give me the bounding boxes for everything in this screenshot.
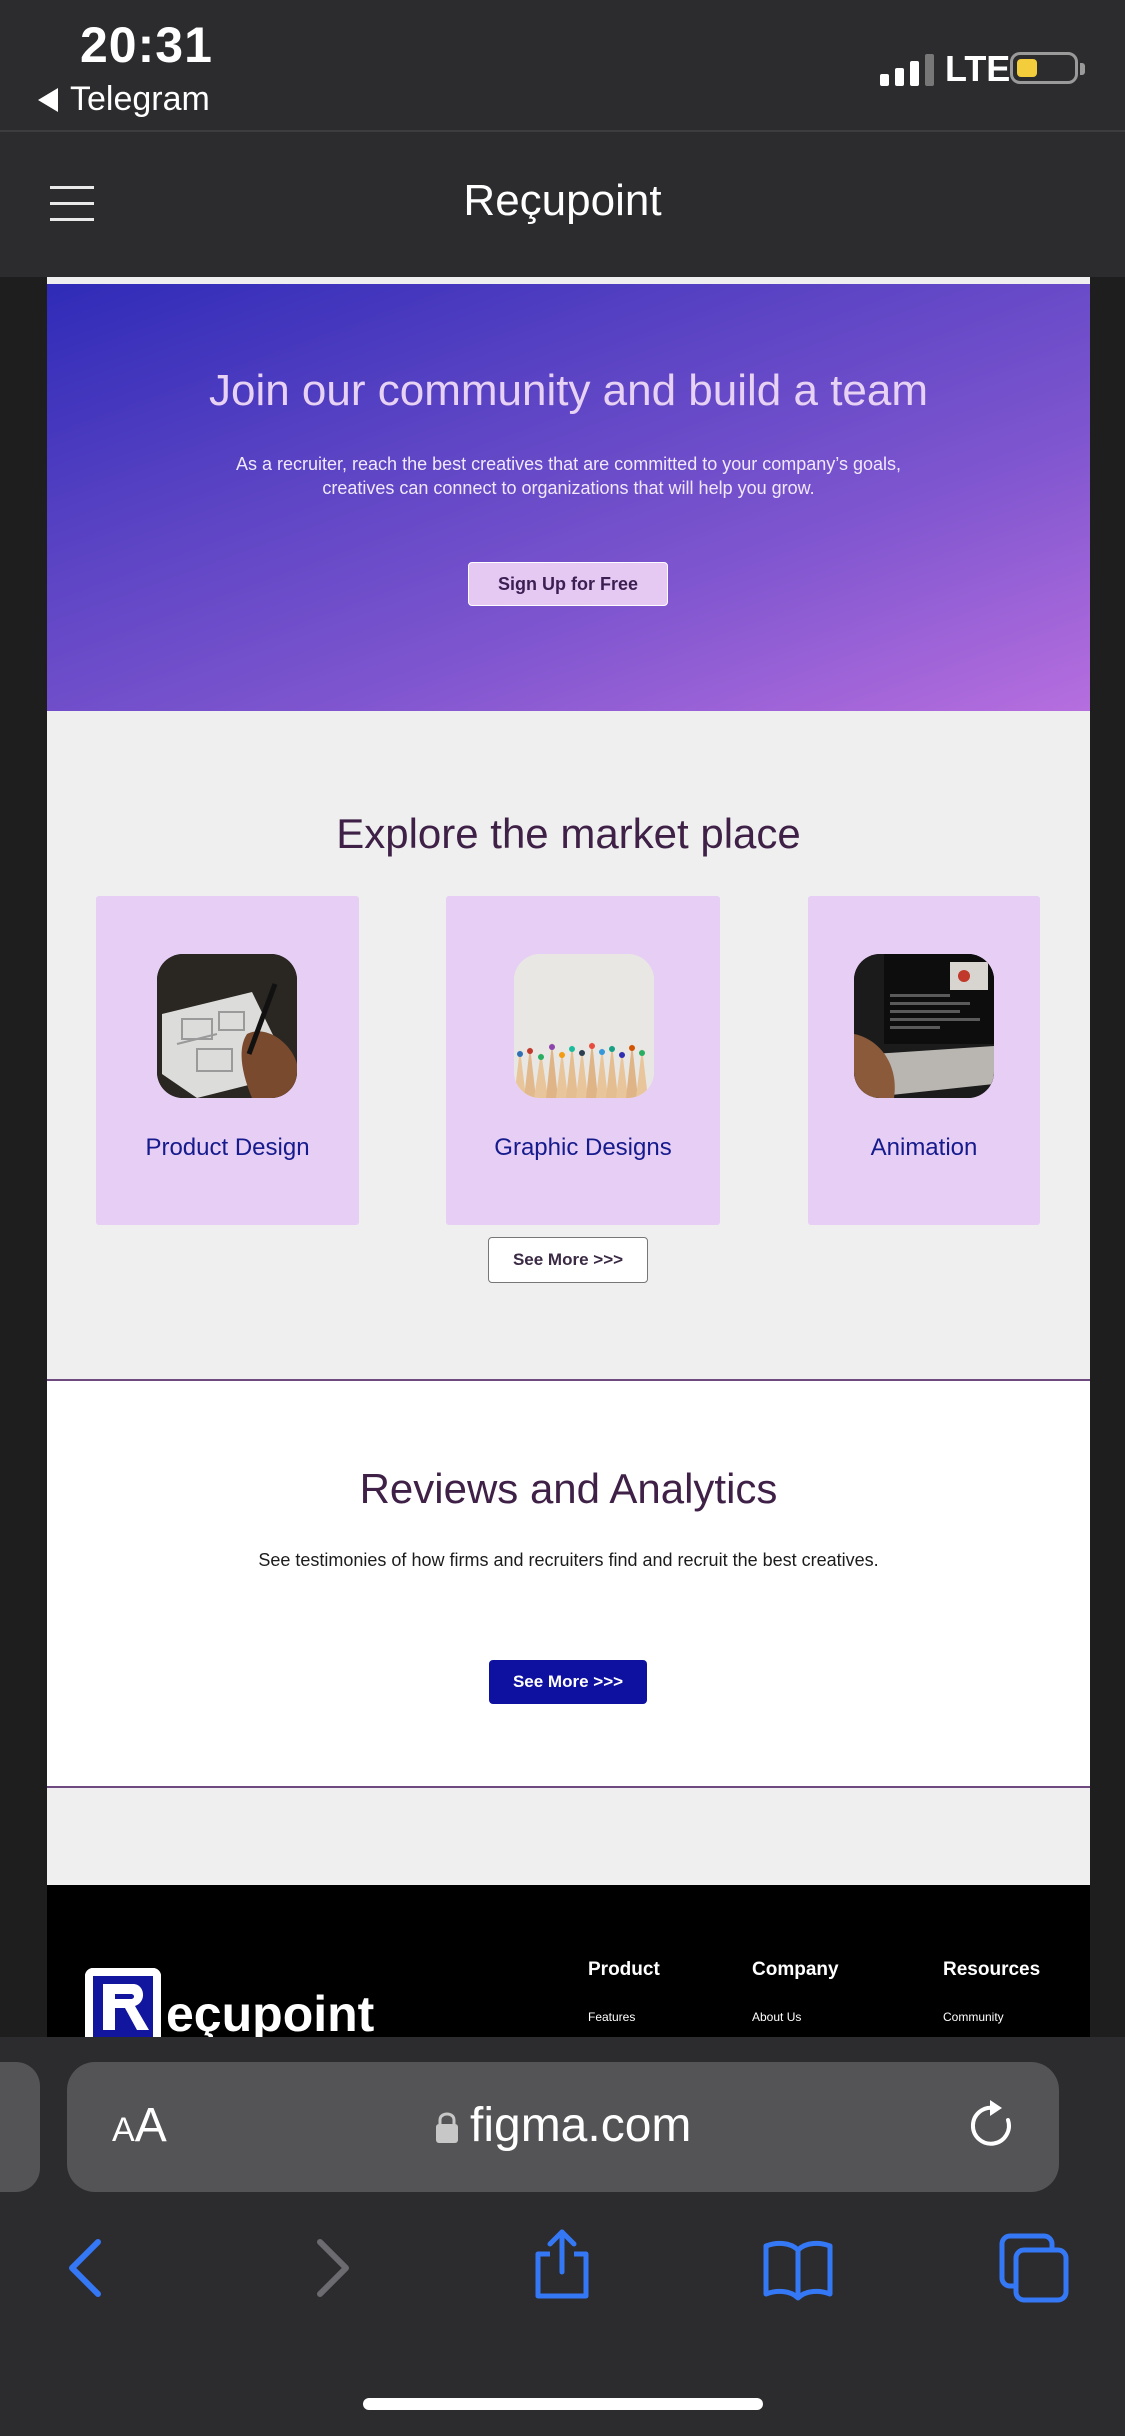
card-label: Animation xyxy=(870,1134,978,1161)
back-app-label: Telegram xyxy=(70,80,210,118)
footer-heading-product: Product xyxy=(588,1959,660,1980)
url-text[interactable]: figma.com xyxy=(470,2098,691,2153)
signal-icon xyxy=(880,52,934,86)
footer-heading-company: Company xyxy=(752,1959,839,1980)
share-icon[interactable] xyxy=(526,2228,598,2300)
footer-heading-resources: Resources xyxy=(943,1959,1041,1980)
lock-icon xyxy=(436,2112,458,2143)
bookmarks-icon[interactable] xyxy=(762,2232,834,2304)
previous-tab-peek[interactable] xyxy=(0,2062,40,2192)
brand-logo-icon[interactable] xyxy=(85,1968,161,2044)
explore-title: Explore the market place xyxy=(336,810,801,857)
status-time: 20:31 xyxy=(80,17,213,73)
app-title: Reçupoint xyxy=(463,176,662,225)
see-more-market-button[interactable]: See More >>> xyxy=(488,1237,648,1283)
footer-brand-name: eçupoint xyxy=(166,1986,375,2042)
section-divider xyxy=(47,1786,1090,1788)
battery-icon xyxy=(1010,52,1085,84)
footer-link-about-us[interactable]: About Us xyxy=(752,2010,801,2024)
sign-up-button[interactable]: Sign Up for Free xyxy=(468,562,668,606)
card-label: Graphic Designs xyxy=(494,1134,672,1161)
footer-link-features[interactable]: Features xyxy=(588,2010,635,2024)
graphic-designs-image xyxy=(514,954,654,1098)
reader-settings-button[interactable]: AA xyxy=(112,2098,167,2153)
category-card-animation[interactable]: Animation xyxy=(808,896,1040,1225)
home-indicator xyxy=(363,2398,763,2410)
network-type: LTE xyxy=(945,48,1011,89)
forward-icon[interactable] xyxy=(294,2232,366,2304)
back-to-app-link[interactable]: Telegram xyxy=(38,80,210,119)
card-label: Product Design xyxy=(145,1134,310,1161)
reload-icon[interactable] xyxy=(964,2098,1020,2154)
tabs-icon[interactable] xyxy=(998,2232,1070,2304)
reviews-subtitle: See testimonies of how firms and recruit… xyxy=(258,1550,879,1570)
hero-subtitle: As a recruiter, reach the best creatives… xyxy=(236,454,901,498)
back-triangle-icon xyxy=(38,87,58,112)
reviews-title: Reviews and Analytics xyxy=(359,1465,778,1512)
product-design-image xyxy=(157,954,297,1098)
back-icon[interactable] xyxy=(52,2232,124,2304)
animation-image xyxy=(854,954,994,1098)
reviews-section xyxy=(47,1381,1090,1787)
category-card-product-design[interactable]: Product Design xyxy=(96,896,359,1225)
category-card-graphic-designs[interactable]: Graphic Designs xyxy=(446,896,720,1225)
hero-title: Join our community and build a team xyxy=(208,366,929,415)
see-more-reviews-button[interactable]: See More >>> xyxy=(489,1660,647,1704)
footer-link-community[interactable]: Community xyxy=(943,2010,1004,2024)
